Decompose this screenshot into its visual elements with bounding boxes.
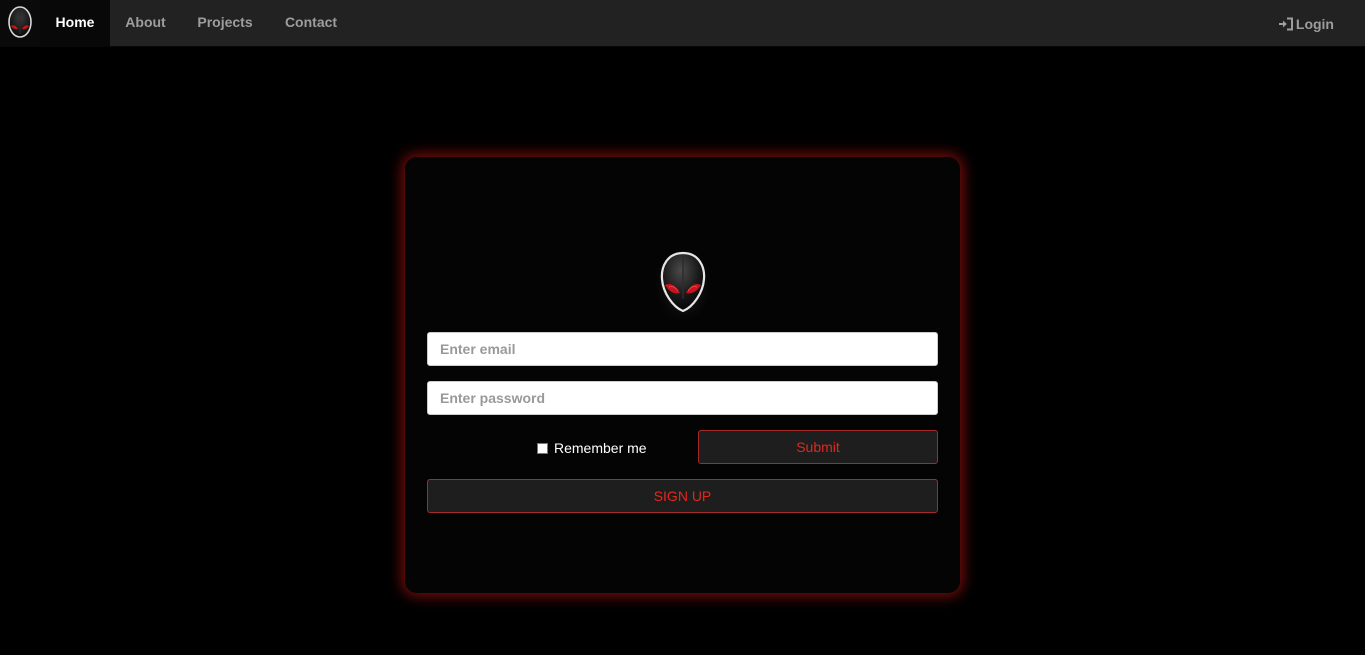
checkbox-box[interactable] [537,442,548,454]
password-input[interactable] [427,381,938,415]
nav-about[interactable]: About [110,0,181,47]
login-label: Login [1295,15,1334,32]
sign-up-button[interactable]: SIGN UP [427,479,938,513]
nav-projects[interactable]: Projects [181,0,269,47]
remember-me-checkbox[interactable]: Remember me [537,438,647,458]
top-navbar: Home About Projects Contact Login [0,0,1365,47]
log-in-icon [1278,17,1293,30]
submit-button[interactable]: Submit [698,430,938,464]
alien-head-icon [8,5,32,38]
login-link[interactable]: Login [1278,0,1334,47]
login-card: Remember me Submit SIGN UP [405,157,960,593]
remember-me-label: Remember me [554,440,647,456]
nav-home[interactable]: Home [40,0,110,47]
email-input[interactable] [427,332,938,366]
nav-contact[interactable]: Contact [269,0,353,47]
alien-head-icon [651,243,715,327]
brand-logo[interactable] [0,0,40,47]
